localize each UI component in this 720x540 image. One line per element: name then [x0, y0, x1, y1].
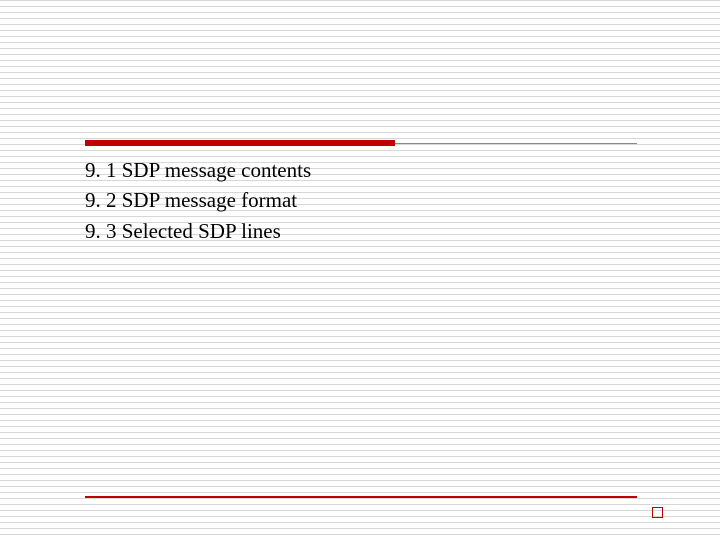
- list-item: 9. 3 Selected SDP lines: [85, 216, 660, 246]
- bottom-rule: [85, 496, 637, 498]
- list-item: 9. 1 SDP message contents: [85, 155, 660, 185]
- corner-box-icon: [652, 507, 663, 518]
- slide: 9. 1 SDP message contents 9. 2 SDP messa…: [0, 0, 720, 540]
- content-block: 9. 1 SDP message contents 9. 2 SDP messa…: [85, 155, 660, 246]
- list-item: 9. 2 SDP message format: [85, 185, 660, 215]
- title-underline-thin: [395, 143, 637, 144]
- title-underline-thick: [85, 140, 395, 146]
